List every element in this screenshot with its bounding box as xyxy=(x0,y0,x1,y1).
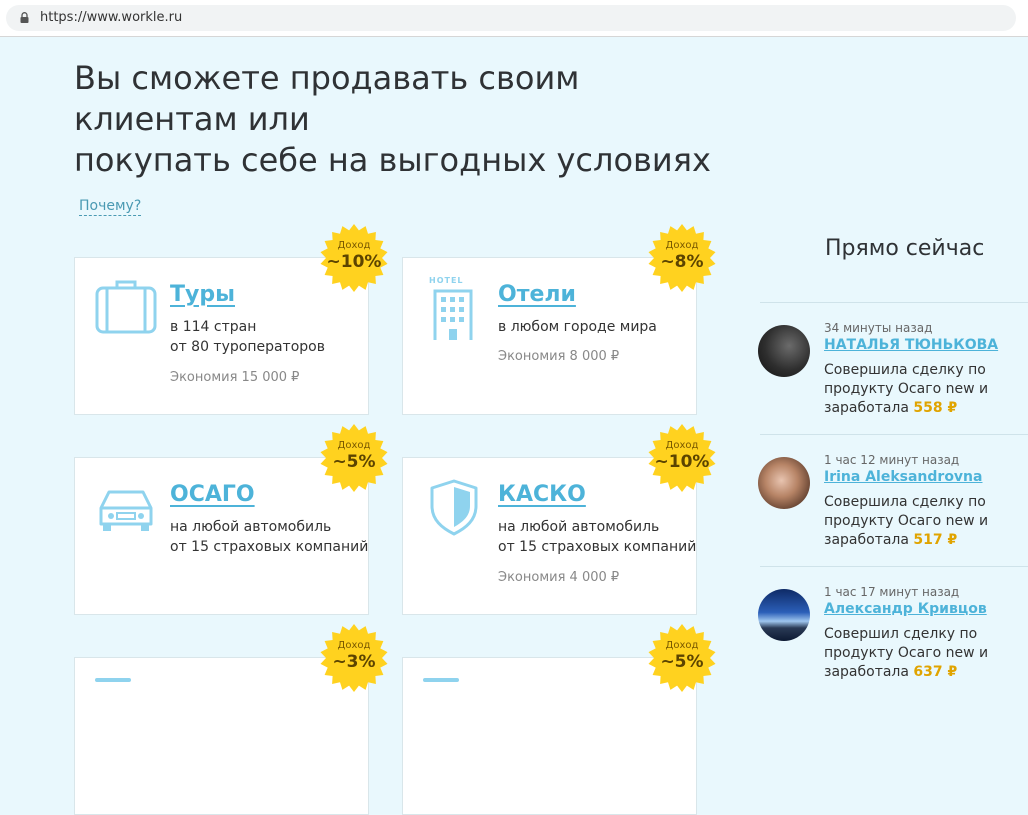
card-savings-kasko: Экономия 4 000 ₽ xyxy=(498,570,620,585)
feed-item-user-link[interactable]: Irina Aleksandrovna xyxy=(824,469,982,485)
income-badge-hotels: Доход ~8% xyxy=(647,223,717,293)
feed-divider xyxy=(760,566,1028,567)
avatar xyxy=(758,325,810,377)
page-title-line-1: Вы сможете продавать своим xyxy=(74,59,580,97)
why-link[interactable]: Почему? xyxy=(79,198,142,216)
card-savings-tours: Экономия 15 000 ₽ xyxy=(170,370,300,385)
income-badge-label: Доход xyxy=(337,240,371,251)
feed-item-text-line: Совершил сделку по xyxy=(824,626,978,642)
card-line-tours-1: в 114 стран xyxy=(170,319,257,335)
feed-item-amount: 558 ₽ xyxy=(913,400,958,416)
feed-item-time: 1 час 17 минут назад xyxy=(824,585,960,599)
feed-divider xyxy=(760,434,1028,435)
card-title-kasko[interactable]: КАСКО xyxy=(498,482,586,507)
feed-item-earned: заработала xyxy=(824,400,909,416)
feed-item-earned: заработала xyxy=(824,532,909,548)
feed-item-text-line: Совершила сделку по xyxy=(824,362,986,378)
card-line-osago-1: на любой автомобиль xyxy=(170,519,332,535)
card-line-kasko-1: на любой автомобиль xyxy=(498,519,660,535)
feed-item-text-line: Совершила сделку по xyxy=(824,494,986,510)
feed-item-text: Совершила сделку по продукту Осаго new и… xyxy=(824,361,988,418)
card-5-icon xyxy=(95,678,131,682)
feed-item-time: 34 минуты назад xyxy=(824,321,933,335)
card-title-osago[interactable]: ОСАГО xyxy=(170,482,255,507)
income-badge-label: Доход xyxy=(337,440,371,451)
address-bar-url: https://www.workle.ru xyxy=(40,10,183,25)
card-6-icon xyxy=(423,678,459,682)
income-badge-value: ~8% xyxy=(660,252,704,272)
feed-item-time: 1 час 12 минут назад xyxy=(824,453,960,467)
page-title-line-3: покупать себе на выгодных условиях xyxy=(74,141,711,179)
income-badge-tours: Доход ~10% xyxy=(319,223,389,293)
card-line-kasko-2: от 15 страховых компаний xyxy=(498,539,697,555)
card-savings-hotels: Экономия 8 000 ₽ xyxy=(498,349,620,364)
page-title: Вы сможете продавать своим клиентам или … xyxy=(74,58,774,181)
feed-divider xyxy=(760,302,1028,303)
income-badge-5: Доход ~3% xyxy=(319,623,389,693)
address-bar[interactable]: https://www.workle.ru xyxy=(6,5,1016,31)
feed-item-user-link[interactable]: НАТАЛЬЯ ТЮНЬКОВА xyxy=(824,337,998,353)
card-title-hotels[interactable]: Отели xyxy=(498,282,576,307)
feed-item-text-line: продукту Осаго new и xyxy=(824,645,989,661)
shield-icon xyxy=(430,479,478,536)
income-badge-osago: Доход ~5% xyxy=(319,423,389,493)
feed-item-earned: заработала xyxy=(824,664,909,680)
income-badge-value: ~3% xyxy=(332,652,376,672)
card-line-osago-2: от 15 страховых компаний xyxy=(170,539,369,555)
feed-item-text-line: продукту Осаго new и xyxy=(824,381,989,397)
income-badge-value: ~5% xyxy=(332,452,376,472)
income-badge-label: Доход xyxy=(665,440,699,451)
feed-item-amount: 517 ₽ xyxy=(913,532,958,548)
income-badge-value: ~5% xyxy=(660,652,704,672)
page-title-line-2: клиентам или xyxy=(74,100,310,138)
feed-item-text-line: заработала 558 ₽ xyxy=(824,399,988,418)
card-title-tours[interactable]: Туры xyxy=(170,282,235,307)
feed-title: Прямо сейчас xyxy=(825,236,985,261)
feed-item-text: Совершила сделку по продукту Осаго new и… xyxy=(824,493,988,550)
suitcase-icon xyxy=(95,280,157,334)
car-icon xyxy=(99,490,153,531)
card-line-hotels-1: в любом городе мира xyxy=(498,319,657,335)
lock-icon xyxy=(20,12,29,23)
browser-toolbar: https://www.workle.ru xyxy=(0,0,1028,37)
income-badge-kasko: Доход ~10% xyxy=(647,423,717,493)
feed-item-text-line: заработала 637 ₽ xyxy=(824,663,988,682)
income-badge-label: Доход xyxy=(665,240,699,251)
card-line-tours-2: от 80 туроператоров xyxy=(170,339,325,355)
feed-item-amount: 637 ₽ xyxy=(913,664,958,680)
income-badge-6: Доход ~5% xyxy=(647,623,717,693)
feed-item-text: Совершил сделку по продукту Осаго new и … xyxy=(824,625,988,682)
hotel-icon-text: HOTEL xyxy=(429,276,464,285)
avatar xyxy=(758,589,810,641)
feed-item-text-line: заработала 517 ₽ xyxy=(824,531,988,550)
feed-item-text-line: продукту Осаго new и xyxy=(824,513,989,529)
income-badge-value: ~10% xyxy=(326,252,382,272)
feed-item-user-link[interactable]: Александр Кривцов xyxy=(824,601,987,617)
income-badge-label: Доход xyxy=(665,640,699,651)
income-badge-label: Доход xyxy=(337,640,371,651)
income-badge-value: ~10% xyxy=(654,452,710,472)
avatar xyxy=(758,457,810,509)
